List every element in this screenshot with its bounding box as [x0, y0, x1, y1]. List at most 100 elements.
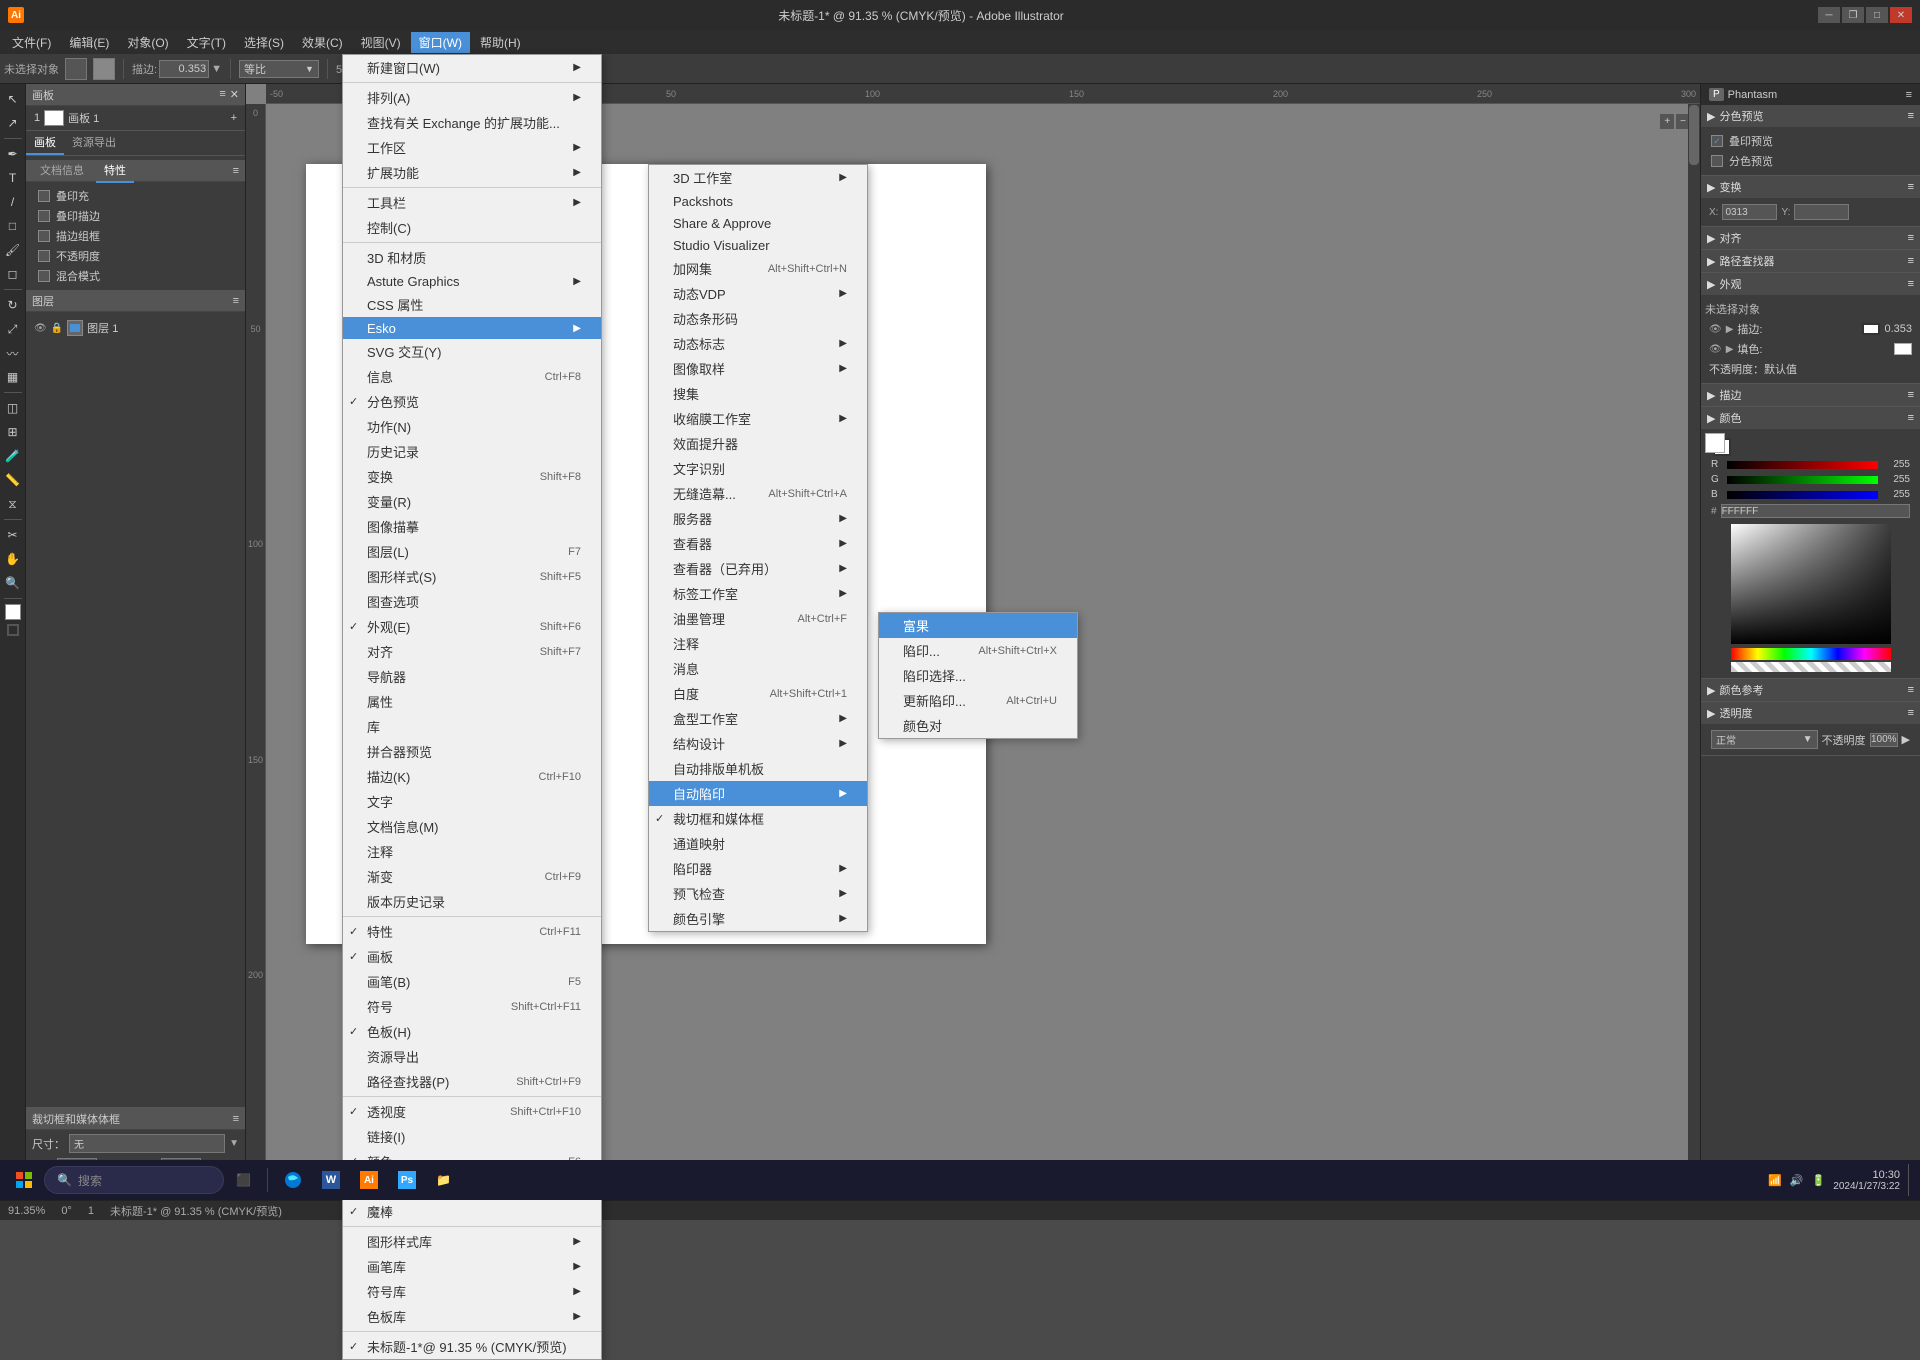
autotrap-submenu[interactable]: 富果 陷印... Alt+Shift+Ctrl+X 陷印选择... 更新陷印..… — [878, 612, 1078, 739]
separation-preview-header[interactable]: ▶ 分色预览 ≡ — [1701, 105, 1920, 127]
esko-share-approve[interactable]: Share & Approve — [649, 212, 867, 234]
menu-edit[interactable]: 编辑(E) — [61, 32, 117, 53]
layer-lock-toggle[interactable]: 🔒 — [51, 323, 63, 334]
menu-item-library[interactable]: 库 — [343, 714, 601, 739]
esko-dynamic-barcode[interactable]: 动态条形码 — [649, 306, 867, 331]
esko-collect[interactable]: 搜集 — [649, 381, 867, 406]
esko-box-studio[interactable]: 盒型工作室 ▶ — [649, 706, 867, 731]
menu-item-pathfinder[interactable]: 路径查找器(P) Shift+Ctrl+F9 — [343, 1069, 601, 1094]
tool-mesh[interactable]: ⊞ — [2, 421, 24, 443]
tool-scale[interactable]: ⤢ — [2, 318, 24, 340]
tool-stroke-color[interactable] — [7, 624, 19, 636]
crop-frame-menu[interactable]: ≡ — [233, 1113, 239, 1125]
esko-submenu[interactable]: 3D 工作室 ▶ Packshots Share & Approve Studi… — [648, 164, 868, 932]
tool-graph[interactable]: ▦ — [2, 366, 24, 388]
autotrap-fuguo[interactable]: 富果 — [879, 613, 1077, 638]
appearance-eye[interactable]: 👁 — [1709, 324, 1722, 335]
menu-item-astute[interactable]: Astute Graphics ▶ — [343, 270, 601, 292]
transform-y-input[interactable] — [1794, 204, 1849, 220]
menu-item-doc-info[interactable]: 文档信息(M) — [343, 814, 601, 839]
tool-line[interactable]: / — [2, 191, 24, 213]
esko-whiteness[interactable]: 白度 Alt+Shift+Ctrl+1 — [649, 681, 867, 706]
taskbar-app-photoshop[interactable]: Ps — [390, 1164, 424, 1196]
opacity-input[interactable] — [1870, 733, 1898, 747]
menu-item-navigator[interactable]: 导航器 — [343, 664, 601, 689]
autotrap-trap-selection[interactable]: 陷印选择... — [879, 663, 1077, 688]
menu-item-version-history[interactable]: 版本历史记录 — [343, 889, 601, 914]
menu-item-symbols[interactable]: 符号 Shift+Ctrl+F11 — [343, 994, 601, 1019]
taskbar-app-word[interactable]: W — [314, 1164, 348, 1196]
taskbar-search-box[interactable]: 🔍 搜索 — [44, 1166, 224, 1194]
transform-x-input[interactable] — [1722, 204, 1777, 220]
menu-item-artboard[interactable]: 画板 — [343, 944, 601, 969]
color-ref-menu[interactable]: ≡ — [1908, 684, 1914, 696]
checkbox-sep-preview[interactable] — [1711, 155, 1723, 167]
taskbar-show-desktop[interactable] — [1908, 1164, 1912, 1196]
menu-item-swatches[interactable]: 色板(H) — [343, 1019, 601, 1044]
menu-help[interactable]: 帮助(H) — [472, 32, 529, 53]
menu-view[interactable]: 视图(V) — [353, 32, 409, 53]
menu-item-current-doc[interactable]: 未标题-1*@ 91.35 % (CMYK/预览) — [343, 1334, 601, 1359]
autotrap-update[interactable]: 更新陷印... Alt+Ctrl+U — [879, 688, 1077, 713]
menu-item-swatch-lib[interactable]: 色板库 ▶ — [343, 1304, 601, 1329]
menu-effects[interactable]: 效果(C) — [294, 32, 351, 53]
artboard-add-icon[interactable]: + — [231, 112, 237, 124]
slider-g-bar[interactable] — [1727, 476, 1878, 484]
color-panel-header[interactable]: ▶ 颜色 ≡ — [1701, 407, 1920, 429]
menu-item-info[interactable]: 信息 Ctrl+F8 — [343, 364, 601, 389]
menu-item-history[interactable]: 历史记录 — [343, 439, 601, 464]
pathfinder-header[interactable]: ▶ 路径查找器 ≡ — [1701, 250, 1920, 272]
checkbox-opacity[interactable] — [38, 250, 50, 262]
esko-ink-mgmt[interactable]: 油墨管理 Alt+Ctrl+F — [649, 606, 867, 631]
checkbox-sep-overprint[interactable]: ✓ — [1711, 135, 1723, 147]
tool-eyedrop[interactable]: 🧪 — [2, 445, 24, 467]
close-button[interactable]: ✕ — [1890, 7, 1912, 23]
appearance-fill-eye[interactable]: 👁 — [1709, 344, 1722, 355]
menu-window[interactable]: 窗口(W) — [411, 32, 470, 53]
tab-docinfo[interactable]: 文档信息 — [32, 159, 92, 183]
esko-auto-layout[interactable]: 自动排版单机板 — [649, 756, 867, 781]
checkbox-overprint-fill[interactable] — [38, 190, 50, 202]
menu-item-control[interactable]: 控制(C) — [343, 215, 601, 240]
stroke-header[interactable]: ▶ 描边 ≡ — [1701, 384, 1920, 406]
menu-item-transparency[interactable]: 透视度 Shift+Ctrl+F10 — [343, 1099, 601, 1124]
menu-item-extensions[interactable]: 扩展功能 ▶ — [343, 160, 601, 185]
menu-text[interactable]: 文字(T) — [179, 32, 234, 53]
taskbar-app-explorer[interactable]: 📁 — [428, 1164, 459, 1196]
taskbar-app-edge[interactable] — [276, 1164, 310, 1196]
minimize-button[interactable]: ─ — [1818, 7, 1840, 23]
slider-b-bar[interactable] — [1727, 491, 1878, 499]
esko-crop-media[interactable]: 裁切框和媒体框 — [649, 806, 867, 831]
checkbox-overprint-stroke[interactable] — [38, 210, 50, 222]
align-header[interactable]: ▶ 对齐 ≡ — [1701, 227, 1920, 249]
menu-file[interactable]: 文件(F) — [4, 32, 59, 53]
tool-gradient[interactable]: ◫ — [2, 397, 24, 419]
esko-shrink-studio[interactable]: 收缩膜工作室 ▶ — [649, 406, 867, 431]
menu-item-arrange[interactable]: 排列(A) ▶ — [343, 85, 601, 110]
taskbar-start-button[interactable] — [8, 1164, 40, 1196]
menu-item-asset-export[interactable]: 资源导出 — [343, 1044, 601, 1069]
pathfinder-menu[interactable]: ≡ — [1908, 255, 1914, 267]
tab-properties[interactable]: 特性 — [96, 159, 134, 183]
menu-item-sep-preview[interactable]: 分色预览 — [343, 389, 601, 414]
phantasm-menu[interactable]: ≡ — [1906, 89, 1912, 101]
color-hex-input[interactable] — [1721, 504, 1910, 518]
esko-auto-trap[interactable]: 自动陷印 ▶ — [649, 781, 867, 806]
tool-pen[interactable]: ✒ — [2, 143, 24, 165]
tool-warp[interactable]: 〰 — [2, 342, 24, 364]
autotrap-color-pair[interactable]: 颜色对 — [879, 713, 1077, 738]
menu-item-layers[interactable]: 图层(L) F7 — [343, 539, 601, 564]
menu-item-workspace[interactable]: 工作区 ▶ — [343, 135, 601, 160]
esko-seamless[interactable]: 无缝造幕... Alt+Shift+Ctrl+A — [649, 481, 867, 506]
tool-measure[interactable]: 📏 — [2, 469, 24, 491]
menu-item-align[interactable]: 对齐 Shift+F7 — [343, 639, 601, 664]
esko-structure[interactable]: 结构设计 ▶ — [649, 731, 867, 756]
esko-studio-viz[interactable]: Studio Visualizer — [649, 234, 867, 256]
esko-annotation[interactable]: 注释 — [649, 631, 867, 656]
taskbar-app-illustrator[interactable]: Ai — [352, 1164, 386, 1196]
menu-item-transform[interactable]: 变换 Shift+F8 — [343, 464, 601, 489]
menu-item-properties[interactable]: 属性 — [343, 689, 601, 714]
menu-item-comments[interactable]: 注释 — [343, 839, 601, 864]
menu-item-image-trace[interactable]: 图像描摹 — [343, 514, 601, 539]
artboard-panel-menu[interactable]: ≡ — [219, 88, 225, 101]
